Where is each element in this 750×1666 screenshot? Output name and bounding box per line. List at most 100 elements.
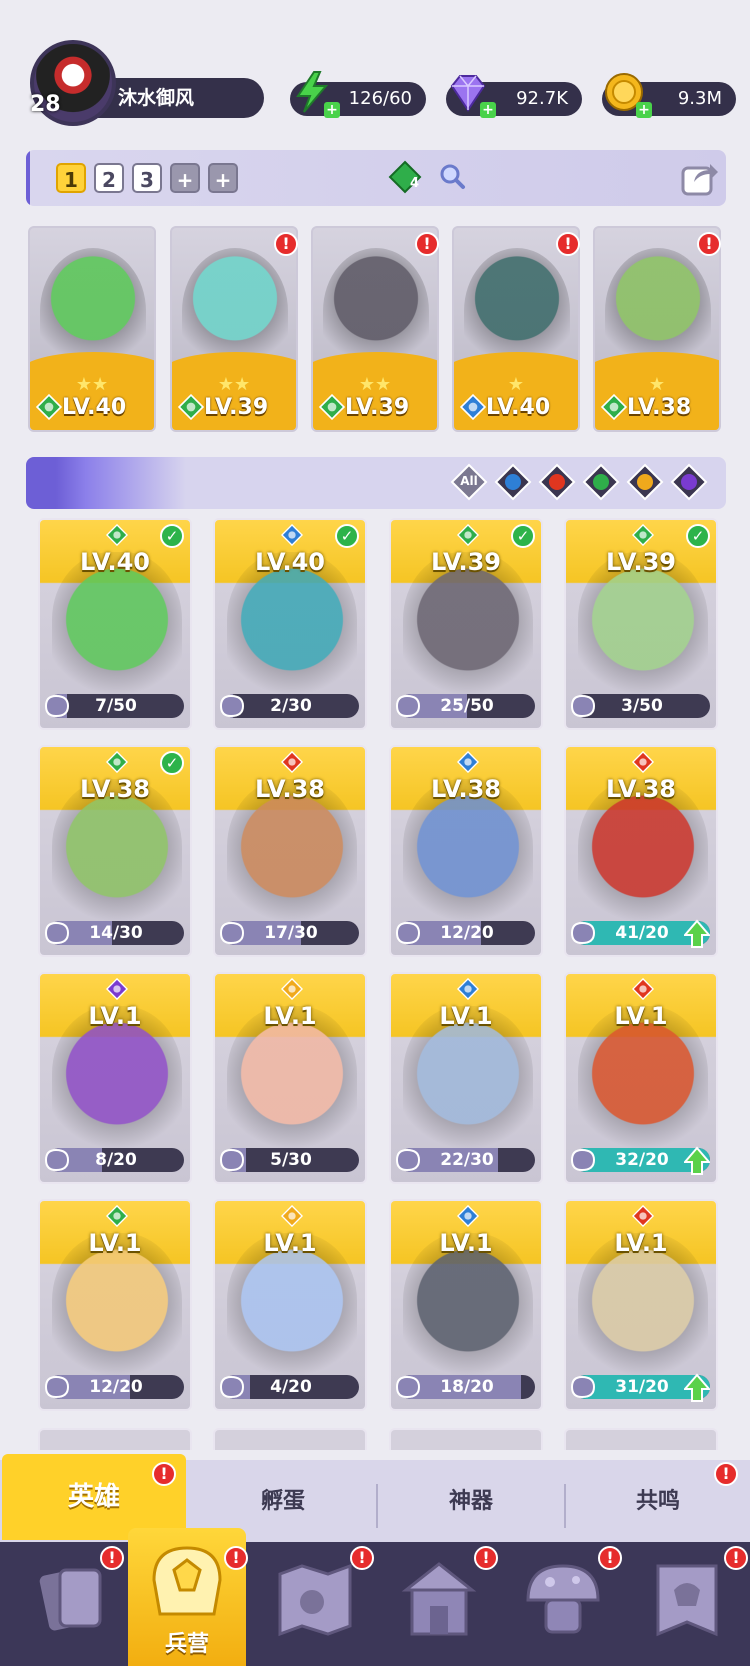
nature-element-icon: [318, 393, 346, 421]
nav-banner-alert-icon: !: [724, 1546, 748, 1570]
roster-hero-card[interactable]: LV.38 17/30: [213, 745, 367, 957]
roster-hero-card[interactable]: LV.38 14/30 ✓: [38, 745, 192, 957]
dark-element-icon[interactable]: [670, 463, 708, 501]
nature-element-icon: [105, 750, 129, 774]
hero-level: LV.39: [606, 548, 676, 576]
shard-icon: [217, 1373, 247, 1401]
hero-level: LV.1: [88, 1002, 142, 1030]
hero-level: LV.1: [614, 1002, 668, 1030]
team-slot-add-1[interactable]: +: [170, 163, 200, 193]
nature-element-icon[interactable]: [582, 463, 620, 501]
fire-element-icon[interactable]: [538, 463, 576, 501]
tab-resonance-alert-icon: !: [714, 1462, 738, 1486]
hero-stars: ★★: [358, 374, 392, 395]
nature-element-icon: [631, 523, 655, 547]
roster-card-next: [389, 1428, 543, 1450]
hero-stars: ★: [507, 374, 525, 395]
dark-element-icon: [105, 977, 129, 1001]
nav-barracks-alert-icon: !: [224, 1546, 248, 1570]
team-element-gem-icon[interactable]: 4: [388, 160, 422, 194]
all-filter-icon[interactable]: All: [450, 463, 488, 501]
light-element-icon[interactable]: [626, 463, 664, 501]
shard-icon: [568, 1146, 598, 1174]
gems-plus-icon: +: [480, 102, 496, 118]
roster-hero-card[interactable]: LV.38 41/20: [564, 745, 718, 957]
shrine-icon: [401, 1562, 477, 1636]
hero-level: LV.1: [439, 1229, 493, 1257]
shard-icon: [42, 692, 72, 720]
light-element-icon: [280, 977, 304, 1001]
roster-hero-card[interactable]: LV.39 3/50 ✓: [564, 518, 718, 730]
fire-element-icon: [631, 1204, 655, 1228]
tab-artifacts[interactable]: 神器: [378, 1466, 564, 1538]
tab-resonance-label: 共鸣: [635, 1489, 680, 1514]
team-gem-badge: 4: [410, 176, 420, 191]
nature-element-icon: [105, 523, 129, 547]
shard-icon: [393, 1146, 423, 1174]
roster-hero-card[interactable]: LV.1 32/20: [564, 972, 718, 1184]
roster-hero-card[interactable]: LV.39 25/50 ✓: [389, 518, 543, 730]
roster-hero-card[interactable]: LV.1 4/20: [213, 1199, 367, 1411]
roster-hero-card[interactable]: LV.1 22/30: [389, 972, 543, 1184]
roster-hero-card[interactable]: LV.1 31/20: [564, 1199, 718, 1411]
check-icon: ✓: [686, 524, 710, 548]
nav-map[interactable]: [272, 1556, 358, 1646]
nav-shrine-alert-icon: !: [474, 1546, 498, 1570]
hero-level: LV.39: [204, 395, 269, 420]
nav-cards[interactable]: [30, 1556, 116, 1646]
water-element-icon[interactable]: [494, 463, 532, 501]
hero-stars: ★★: [217, 374, 251, 395]
tab-heroes-alert-icon: !: [152, 1462, 176, 1486]
team-slot-3[interactable]: 3: [132, 163, 162, 193]
water-element-icon: [280, 523, 304, 547]
roster-hero-card[interactable]: LV.1 5/30: [213, 972, 367, 1184]
roster-hero-card[interactable]: LV.38 12/20: [389, 745, 543, 957]
hero-level: LV.1: [263, 1229, 317, 1257]
share-icon[interactable]: [680, 158, 720, 198]
barracks-icon: [152, 1546, 222, 1616]
magnify-icon[interactable]: [438, 162, 466, 190]
team-slot-2[interactable]: 2: [94, 163, 124, 193]
tab-artifacts-label: 神器: [448, 1489, 493, 1514]
upgrade-arrow-icon: [682, 1373, 712, 1403]
banner-icon: [656, 1564, 718, 1637]
team-hero-card[interactable]: ★★ LV.39: [170, 226, 298, 432]
team-hero-card[interactable]: ★★ LV.39: [311, 226, 439, 432]
team-slot-1[interactable]: 1: [56, 163, 86, 193]
cards-icon: [39, 1568, 102, 1631]
team-hero-card[interactable]: ★★ LV.40: [28, 226, 156, 432]
water-element-icon: [459, 393, 487, 421]
hero-alert-icon: !: [415, 232, 439, 256]
roster-hero-card[interactable]: LV.40 7/50 ✓: [38, 518, 192, 730]
roster-card-next: [38, 1428, 192, 1450]
hero-level: LV.39: [431, 548, 501, 576]
hero-level: LV.40: [62, 395, 127, 420]
roster-hero-card[interactable]: LV.1 18/20: [389, 1199, 543, 1411]
shard-icon: [393, 1373, 423, 1401]
team-slot-add-2[interactable]: +: [208, 163, 238, 193]
nav-cards-alert-icon: !: [100, 1546, 124, 1570]
team-hero-card[interactable]: ★ LV.38: [593, 226, 721, 432]
shard-icon: [42, 1373, 72, 1401]
filter-all-label: All: [460, 474, 478, 488]
nav-barracks[interactable]: [144, 1540, 230, 1630]
roster-hero-card[interactable]: LV.40 2/30 ✓: [213, 518, 367, 730]
check-icon: ✓: [335, 524, 359, 548]
water-element-icon: [456, 750, 480, 774]
nav-shrine[interactable]: [396, 1556, 482, 1646]
energy-plus-icon: +: [324, 102, 340, 118]
hero-alert-icon: !: [697, 232, 721, 256]
nature-element-icon: [456, 523, 480, 547]
hero-level: LV.1: [614, 1229, 668, 1257]
nav-mushroom-house[interactable]: [520, 1556, 606, 1646]
shard-icon: [568, 692, 598, 720]
fire-element-icon: [631, 977, 655, 1001]
nav-banner[interactable]: [644, 1556, 730, 1646]
shard-icon: [568, 1373, 598, 1401]
roster-hero-card[interactable]: LV.1 8/20: [38, 972, 192, 1184]
roster-hero-card[interactable]: LV.1 12/20: [38, 1199, 192, 1411]
hero-level: LV.1: [263, 1002, 317, 1030]
map-icon: [278, 1563, 352, 1637]
coin-icon: +: [602, 70, 652, 118]
team-hero-card[interactable]: ★ LV.40: [452, 226, 580, 432]
